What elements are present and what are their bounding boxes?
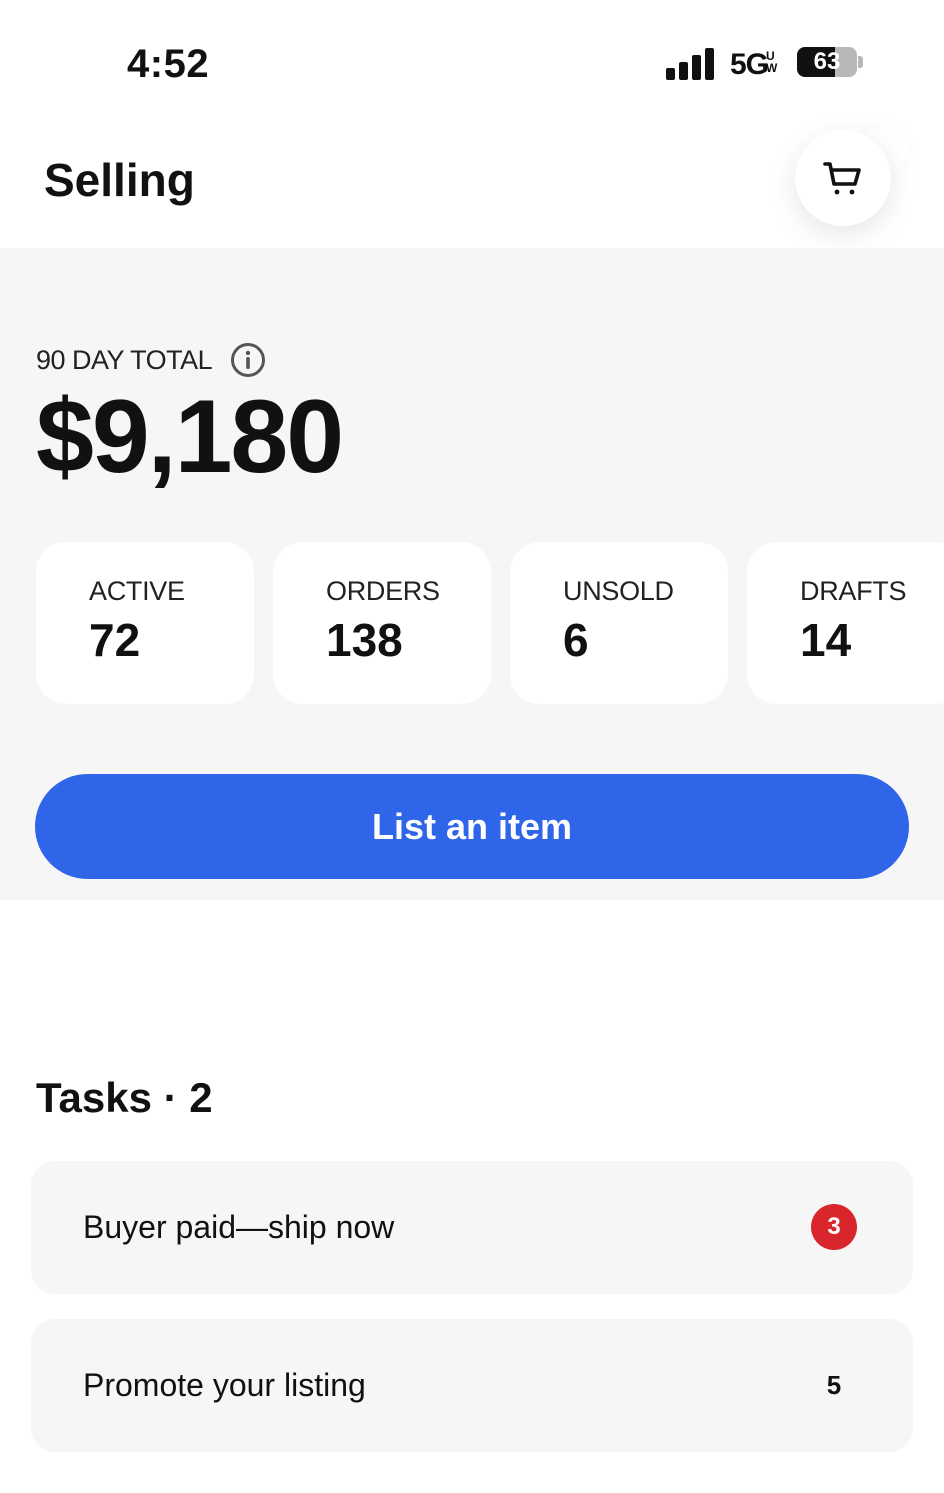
battery-tip xyxy=(858,56,863,68)
shopping-cart-icon xyxy=(823,162,861,195)
page-title: Selling xyxy=(44,154,195,206)
stat-value: 14 xyxy=(800,614,852,666)
stat-label: DRAFTS xyxy=(800,576,907,606)
stat-label: ORDERS xyxy=(326,576,440,606)
network-sup-label: UW xyxy=(766,49,778,75)
status-bar: 4:52 5G UW 63 xyxy=(0,0,944,120)
task-count: 5 xyxy=(826,1369,842,1400)
stat-card-active[interactable]: ACTIVE 72 xyxy=(36,542,254,704)
task-item-ship-now[interactable]: Buyer paid—ship now 3 xyxy=(31,1161,913,1294)
stat-card-orders[interactable]: ORDERS 138 xyxy=(273,542,491,704)
network-label: 5G xyxy=(730,48,769,81)
status-time: 4:52 xyxy=(127,42,210,86)
task-label: Buyer paid—ship now xyxy=(83,1209,395,1245)
battery-percent: 63 xyxy=(813,48,841,75)
stat-label: ACTIVE xyxy=(89,576,185,606)
stat-label: UNSOLD xyxy=(563,576,674,606)
stat-value: 138 xyxy=(326,614,403,666)
task-label: Promote your listing xyxy=(83,1367,366,1403)
header: Selling xyxy=(0,120,944,248)
signal-icon xyxy=(666,48,714,80)
stat-value: 72 xyxy=(89,614,141,666)
tasks-title: Tasks · 2 xyxy=(36,1074,213,1121)
task-count-badge: 3 xyxy=(811,1204,857,1250)
selling-screen: 4:52 5G UW 63 Selling 90 DAY TOTAL $9,18… xyxy=(0,0,944,1493)
total-amount: $9,180 xyxy=(36,379,344,495)
stat-card-drafts[interactable]: DRAFTS 14 xyxy=(747,542,944,704)
stat-value: 6 xyxy=(563,614,589,666)
total-label: 90 DAY TOTAL xyxy=(36,344,213,375)
total-label-row: 90 DAY TOTAL xyxy=(36,342,266,378)
stats-row: ACTIVE 72 ORDERS 138 UNSOLD 6 DRAFTS 14 xyxy=(36,542,944,704)
task-item-promote-listing[interactable]: Promote your listing 5 xyxy=(31,1319,913,1452)
info-icon[interactable] xyxy=(230,342,266,378)
cart-button[interactable] xyxy=(795,130,891,226)
stat-card-unsold[interactable]: UNSOLD 6 xyxy=(510,542,728,704)
list-an-item-button[interactable]: List an item xyxy=(35,774,909,879)
battery-icon: 63 xyxy=(797,47,863,77)
battery-body: 63 xyxy=(797,47,857,77)
sales-summary: 90 DAY TOTAL $9,180 ACTIVE 72 ORDERS 138… xyxy=(0,248,944,900)
